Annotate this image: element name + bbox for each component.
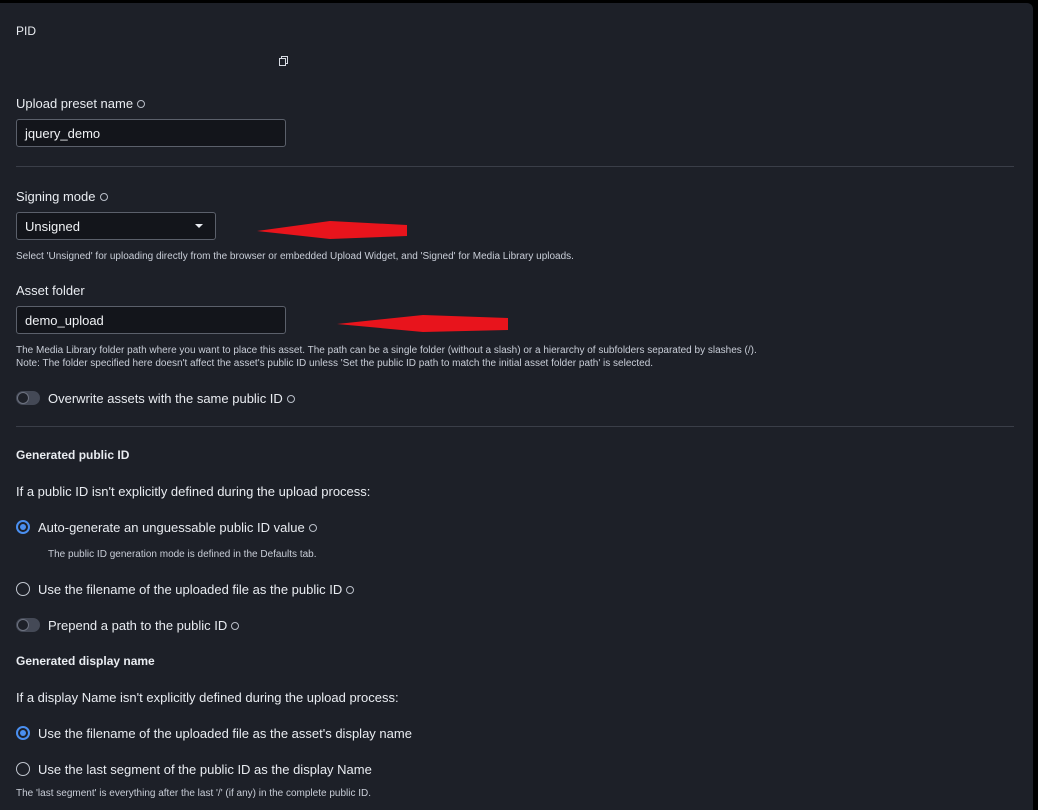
- prepend-path-label: Prepend a path to the public ID: [48, 618, 240, 633]
- upload-preset-settings-panel: PID Upload preset name jquery_demo Signi…: [0, 3, 1033, 810]
- prepend-path-toggle[interactable]: [16, 618, 40, 632]
- signing-mode-value: Unsigned: [25, 218, 80, 234]
- info-icon[interactable]: [231, 621, 240, 630]
- divider: [16, 426, 1014, 427]
- signing-mode-label: Signing mode: [16, 189, 108, 204]
- auto-generate-label-text: Auto-generate an unguessable public ID v…: [38, 520, 305, 535]
- generated-display-name-heading: Generated display name: [16, 654, 155, 668]
- generated-public-id-intro: If a public ID isn't explicitly defined …: [16, 484, 371, 499]
- radio-display-name-segment[interactable]: [16, 762, 30, 776]
- signing-mode-label-text: Signing mode: [16, 189, 96, 204]
- annotation-arrow-signing: [257, 221, 407, 239]
- radio-auto-generate[interactable]: [16, 520, 30, 534]
- use-filename-public-id-label-text: Use the filename of the uploaded file as…: [38, 582, 343, 597]
- info-icon[interactable]: [308, 523, 317, 532]
- signing-mode-help: Select 'Unsigned' for uploading directly…: [16, 251, 574, 262]
- auto-generate-label: Auto-generate an unguessable public ID v…: [38, 520, 317, 535]
- asset-folder-note: Note: The folder specified here doesn't …: [16, 358, 654, 369]
- divider: [16, 166, 1014, 167]
- annotation-arrow-folder: [337, 315, 508, 332]
- info-icon[interactable]: [286, 394, 295, 403]
- info-icon[interactable]: [346, 585, 355, 594]
- generated-public-id-heading: Generated public ID: [16, 448, 130, 462]
- preset-name-input[interactable]: jquery_demo: [16, 119, 286, 147]
- overwrite-label-text: Overwrite assets with the same public ID: [48, 391, 283, 406]
- toggle-knob: [17, 392, 29, 404]
- asset-folder-help: The Media Library folder path where you …: [16, 345, 757, 356]
- radio-display-name-filename[interactable]: [16, 726, 30, 740]
- display-name-segment-label: Use the last segment of the public ID as…: [38, 762, 372, 777]
- pid-label: PID: [16, 24, 37, 38]
- copy-icon[interactable]: [279, 56, 288, 66]
- asset-folder-label: Asset folder: [16, 283, 85, 298]
- signing-mode-select[interactable]: Unsigned: [16, 212, 216, 240]
- prepend-path-label-text: Prepend a path to the public ID: [48, 618, 228, 633]
- radio-use-filename-public-id[interactable]: [16, 582, 30, 596]
- asset-folder-input[interactable]: demo_upload: [16, 306, 286, 334]
- display-name-filename-label: Use the filename of the uploaded file as…: [38, 726, 412, 741]
- chevron-down-icon: [195, 224, 203, 228]
- overwrite-toggle[interactable]: [16, 391, 40, 405]
- info-icon[interactable]: [99, 192, 108, 201]
- display-name-help: The 'last segment' is everything after t…: [16, 788, 372, 799]
- auto-generate-help: The public ID generation mode is defined…: [48, 549, 317, 560]
- info-icon[interactable]: [137, 99, 146, 108]
- preset-name-label: Upload preset name: [16, 96, 146, 111]
- overwrite-label: Overwrite assets with the same public ID: [48, 391, 295, 406]
- use-filename-public-id-label: Use the filename of the uploaded file as…: [38, 582, 355, 597]
- generated-display-name-intro: If a display Name isn't explicitly defin…: [16, 690, 399, 705]
- toggle-knob: [17, 619, 29, 631]
- preset-name-label-text: Upload preset name: [16, 96, 134, 111]
